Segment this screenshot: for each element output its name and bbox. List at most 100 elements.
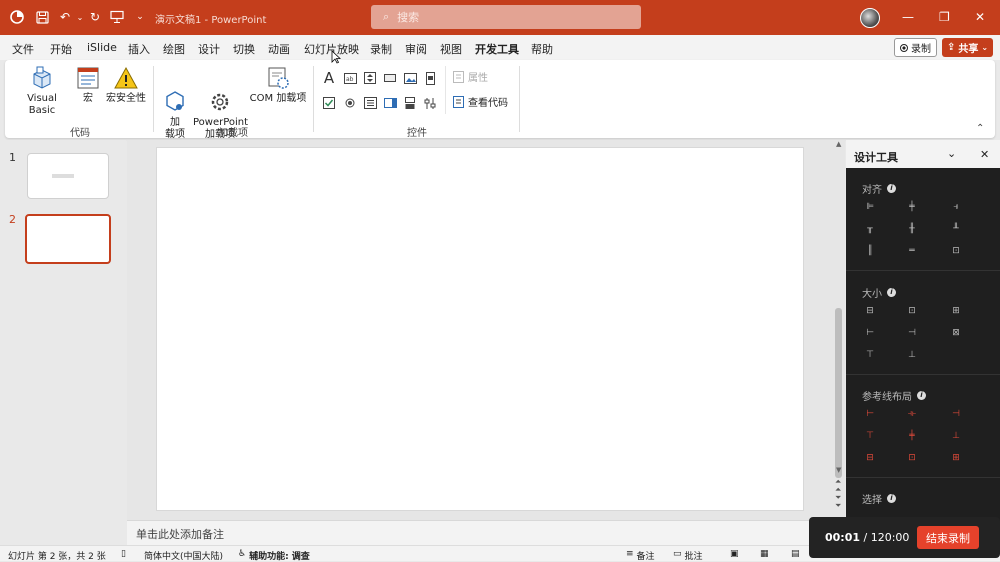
listbox-control-icon[interactable] [363,96,377,110]
customize-toolbar-icon[interactable]: ⌄ [131,8,149,26]
align-bottom-icon[interactable]: ╨ [950,224,962,234]
tab-record[interactable]: 录制 [370,41,392,57]
restore-button[interactable]: ❐ [939,10,950,24]
view-code-button[interactable]: 查看代码 [453,96,508,112]
tab-developer[interactable]: 开发工具 [475,41,519,62]
swap-size-icon[interactable]: ⊠ [950,328,962,338]
same-size-icon[interactable]: ⊞ [950,306,962,316]
scroll-up-icon[interactable]: ▲ [836,140,841,148]
stretch-bottom-icon[interactable]: ⊥ [906,350,918,360]
textbox-control-icon[interactable]: ab [343,71,357,85]
record-button[interactable]: 录制 [894,38,937,57]
notes-toggle-button[interactable]: ≡ 备注 [626,549,655,562]
info-icon[interactable]: i [887,494,896,503]
align-right-icon[interactable]: ⫣ [950,202,962,212]
option-button-control-icon[interactable] [343,96,357,110]
accessibility-status[interactable]: ♿ 辅助功能: 调查 [238,549,310,562]
macro-security-button[interactable]: 宏安全性 [105,66,147,105]
guide-center-horizontal-icon[interactable]: ⟛ [906,409,918,419]
guide-center-vertical-icon[interactable]: ╪ [906,431,918,441]
align-top-icon[interactable]: ╥ [864,224,876,234]
align-left-icon[interactable]: ⊫ [864,202,876,212]
info-icon[interactable]: i [917,391,926,400]
panel-options-chevron-down-icon[interactable]: ⌄ [947,147,956,160]
tab-draw[interactable]: 绘图 [163,41,185,57]
slide-canvas[interactable] [156,147,804,511]
guide-right-icon[interactable]: ⊣ [950,409,962,419]
stretch-right-icon[interactable]: ⊣ [906,328,918,338]
guide-fill-height-icon[interactable]: ⊡ [906,453,918,463]
slide-thumbnail-1[interactable] [27,153,109,199]
scrollbar-control-icon[interactable] [423,71,437,85]
spell-check-book-icon[interactable]: ▯ [121,549,126,559]
guide-left-icon[interactable]: ⊢ [864,409,876,419]
collapse-ribbon-chevron-up-icon[interactable]: ⌃ [976,123,984,134]
com-addins-label: COM 加载项 [249,93,307,104]
info-icon[interactable]: i [887,184,896,193]
previous-slide-icon[interactable]: ⏶ ⏶ [835,478,841,494]
avatar[interactable] [860,8,880,28]
align-to-slide-icon[interactable]: ⊡ [950,246,962,256]
redo-icon[interactable]: ↻ [86,8,104,26]
same-height-icon[interactable]: ⊡ [906,306,918,316]
scrollbar-thumb[interactable] [835,308,842,478]
properties-button[interactable]: 属性 [453,71,488,87]
panel-divider [846,270,1000,271]
align-center-icon[interactable]: ╪ [906,202,918,212]
minimize-button[interactable]: — [902,10,914,24]
tab-islide[interactable]: iSlide [87,41,117,54]
guide-fill-all-icon[interactable]: ⊞ [950,453,962,463]
tab-file[interactable]: 文件 [12,41,34,57]
share-button[interactable]: ⇪ 共享 ⌄ [942,38,993,57]
tab-animations[interactable]: 动画 [268,41,290,57]
normal-view-icon[interactable]: ▣ [730,549,739,559]
tab-review[interactable]: 审阅 [405,41,427,57]
stretch-top-icon[interactable]: ⊤ [864,350,876,360]
stretch-left-icon[interactable]: ⊢ [864,328,876,338]
ribbon-tabs: 文件 开始 iSlide 插入 绘图 设计 切换 动画 幻灯片放映 录制 审阅 … [0,35,1000,62]
presentation-mode-icon[interactable] [108,8,126,26]
slide-thumbnail-2[interactable] [25,214,111,264]
command-button-control-icon[interactable] [383,71,397,85]
tab-home[interactable]: 开始 [50,41,72,57]
combobox-control-icon[interactable] [383,96,397,110]
vertical-scrollbar[interactable]: ▲ ▼ ⏶ ⏶ ⏷ ⏷ [833,140,845,520]
toggle-button-control-icon[interactable] [403,96,417,110]
guide-bottom-icon[interactable]: ⊥ [950,431,962,441]
label-control-icon[interactable]: A [322,69,336,87]
distribute-vertical-icon[interactable]: ═ [906,246,918,256]
notes-pane[interactable]: 单击此处添加备注 [127,520,845,545]
checkbox-control-icon[interactable] [322,96,336,110]
scroll-down-icon[interactable]: ▼ [836,466,841,474]
image-control-icon[interactable] [403,71,417,85]
com-addins-button[interactable]: COM 加载项 [249,66,307,105]
next-slide-icon[interactable]: ⏷ ⏷ [835,494,841,510]
slide-sorter-view-icon[interactable]: ▦ [760,549,769,559]
powerpoint-logo-icon [8,8,26,26]
view-code-icon [453,96,464,112]
visual-basic-button[interactable]: Visual Basic [15,66,69,117]
same-width-icon[interactable]: ⊟ [864,306,876,316]
comments-toggle-button[interactable]: ▭ 批注 [673,549,703,562]
tab-insert[interactable]: 插入 [128,41,150,57]
macro-button[interactable]: 宏 [71,66,105,105]
tab-help[interactable]: 帮助 [531,41,553,57]
search-input[interactable]: ⌕ 搜索 [371,5,641,29]
guide-fill-width-icon[interactable]: ⊟ [864,453,876,463]
spin-button-control-icon[interactable] [363,71,377,85]
align-middle-icon[interactable]: ╫ [906,224,918,234]
guide-top-icon[interactable]: ⊤ [864,431,876,441]
distribute-horizontal-icon[interactable]: ║ [864,246,876,256]
language-status[interactable]: 简体中文(中国大陆) [144,549,223,562]
addins-button[interactable]: 加 载项 [160,66,190,141]
close-button[interactable]: ✕ [975,10,985,24]
save-icon[interactable] [33,8,51,26]
reading-view-icon[interactable]: ▤ [791,549,800,559]
tab-transitions[interactable]: 切换 [233,41,255,57]
tab-design[interactable]: 设计 [198,41,220,57]
panel-close-icon[interactable]: ✕ [980,148,989,161]
more-controls-icon[interactable] [423,96,437,110]
stop-recording-button[interactable]: 结束录制 [917,526,979,549]
info-icon[interactable]: i [887,288,896,297]
tab-view[interactable]: 视图 [440,41,462,57]
